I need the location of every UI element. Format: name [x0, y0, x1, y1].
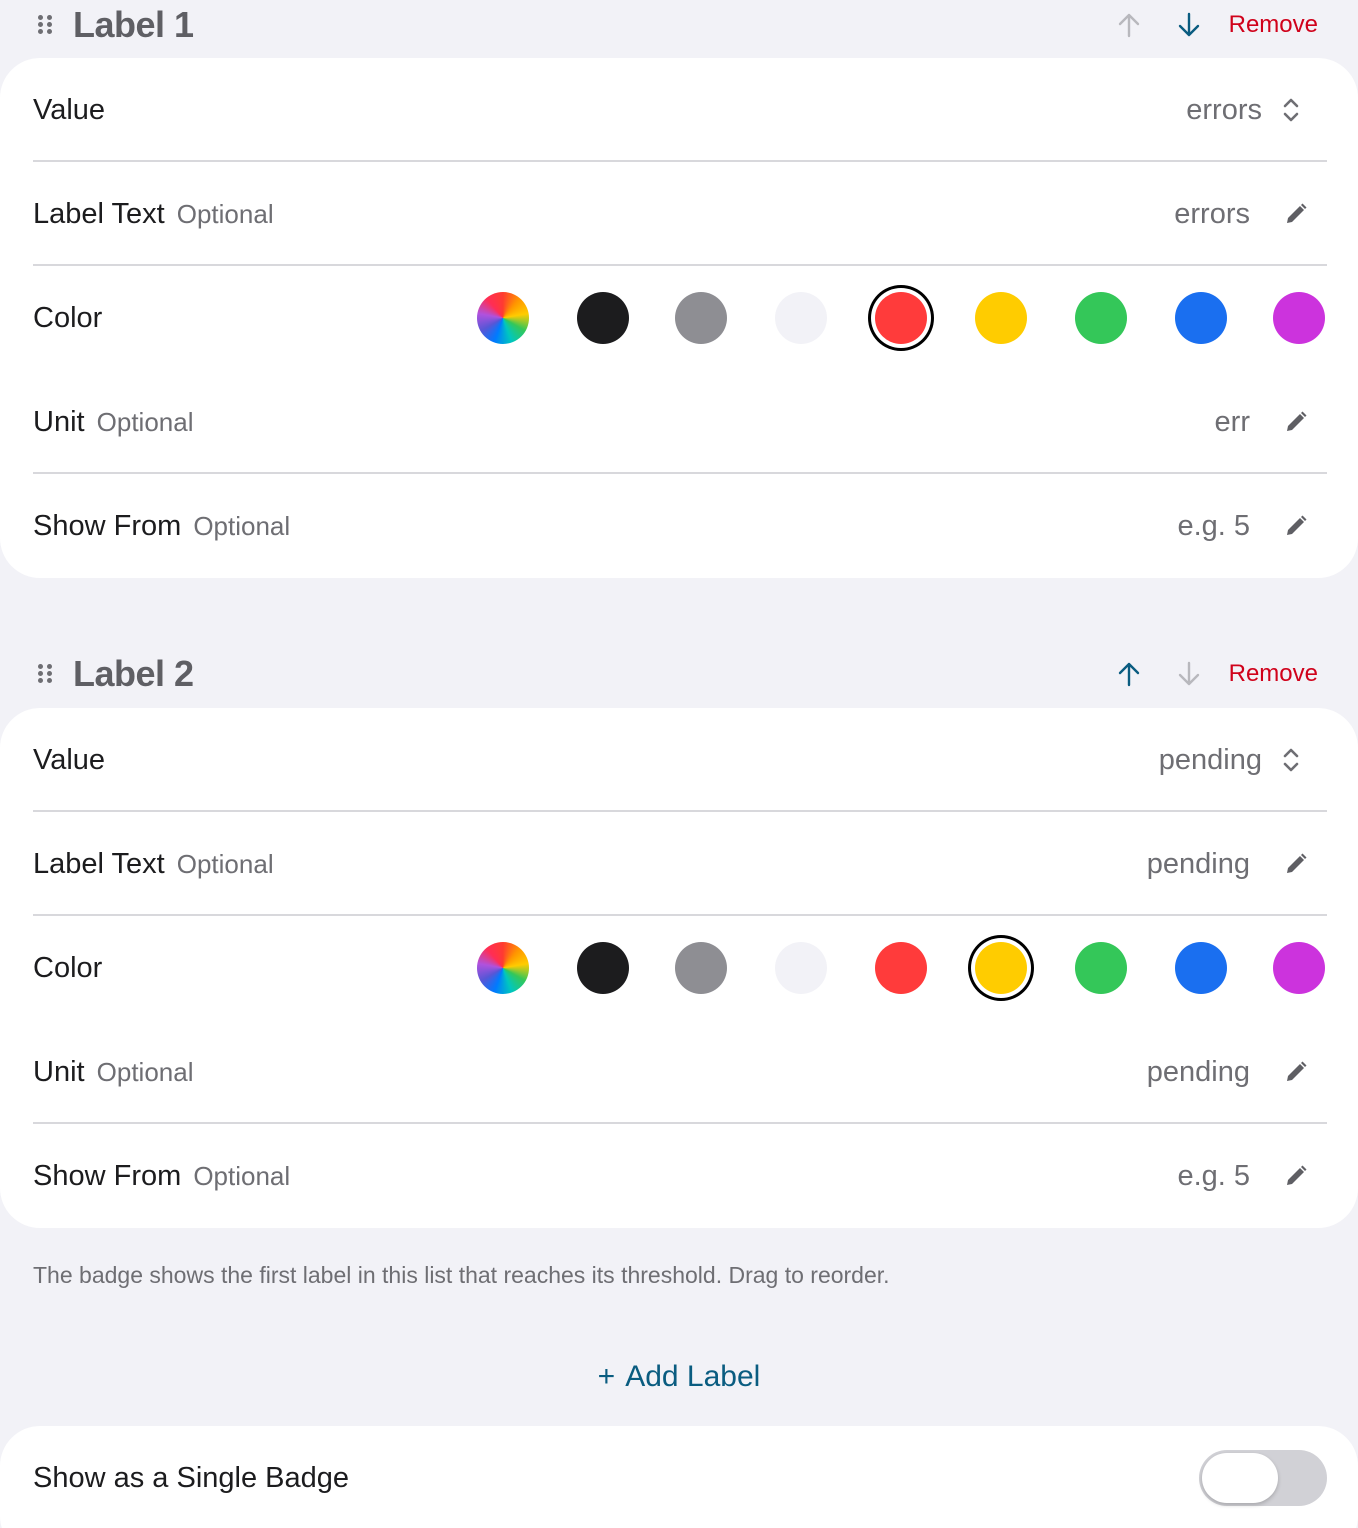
- color-swatch-yellow[interactable]: [975, 292, 1027, 344]
- move-up-button[interactable]: [1114, 10, 1144, 40]
- color-swatch-blue[interactable]: [1175, 942, 1227, 994]
- pencil-icon[interactable]: [1282, 200, 1310, 228]
- label-text-row[interactable]: Label Text Optional errors: [0, 162, 1358, 266]
- single-badge-card: Show as a Single Badge: [0, 1426, 1358, 1528]
- label-text-field[interactable]: pending: [1147, 848, 1250, 881]
- unit-label: Unit Optional: [33, 1055, 194, 1088]
- value-select[interactable]: errors: [1186, 94, 1262, 127]
- color-swatch-custom[interactable]: [477, 292, 529, 344]
- color-swatch-green[interactable]: [1075, 292, 1127, 344]
- unit-field[interactable]: pending: [1147, 1056, 1250, 1089]
- color-swatch-gray[interactable]: [675, 292, 727, 344]
- chevron-up-down-icon[interactable]: [1277, 746, 1305, 774]
- label-text-label: Label Text Optional: [33, 847, 274, 880]
- label-text-field[interactable]: errors: [1174, 198, 1250, 231]
- label-1-card: Value errors Label Text Optional errors …: [0, 58, 1358, 578]
- move-down-button[interactable]: [1174, 10, 1204, 40]
- optional-tag: Optional: [176, 198, 274, 229]
- pencil-icon[interactable]: [1282, 850, 1310, 878]
- single-badge-label: Show as a Single Badge: [33, 1461, 349, 1494]
- unit-row[interactable]: Unit Optional pending: [0, 1020, 1358, 1124]
- show-from-label: Show From Optional: [33, 1159, 291, 1192]
- value-label: Value: [33, 743, 106, 776]
- show-from-row[interactable]: Show From Optional e.g. 5: [0, 1124, 1358, 1228]
- optional-tag: Optional: [96, 406, 194, 437]
- add-label-text: Add Label: [625, 1360, 761, 1393]
- label-1-header: Label 1 Remove: [0, 0, 1358, 50]
- color-swatch-red[interactable]: [875, 942, 927, 994]
- optional-tag: Optional: [193, 510, 291, 541]
- color-swatch-purple[interactable]: [1273, 942, 1325, 994]
- arrow-down-icon: [1178, 12, 1200, 37]
- value-row[interactable]: Value pending: [0, 708, 1358, 812]
- value-row[interactable]: Value errors: [0, 58, 1358, 162]
- footnote-text: The badge shows the first label in this …: [33, 1262, 890, 1288]
- color-swatch-black[interactable]: [577, 292, 629, 344]
- show-from-row[interactable]: Show From Optional e.g. 5: [0, 474, 1358, 578]
- color-swatch-red[interactable]: [875, 292, 927, 344]
- move-down-button[interactable]: [1174, 659, 1204, 689]
- color-swatch-blue[interactable]: [1175, 292, 1227, 344]
- remove-button[interactable]: Remove: [1229, 11, 1318, 39]
- unit-row[interactable]: Unit Optional err: [0, 370, 1358, 474]
- label-2-card: Value pending Label Text Optional pendin…: [0, 708, 1358, 1228]
- pencil-icon[interactable]: [1282, 1058, 1310, 1086]
- unit-label: Unit Optional: [33, 405, 194, 438]
- drag-handle-icon[interactable]: [38, 664, 54, 684]
- color-swatch-green[interactable]: [1075, 942, 1127, 994]
- move-up-button[interactable]: [1114, 659, 1144, 689]
- arrow-up-icon: [1118, 13, 1140, 38]
- color-swatch-white[interactable]: [775, 942, 827, 994]
- label-text-row[interactable]: Label Text Optional pending: [0, 812, 1358, 916]
- pencil-icon[interactable]: [1282, 408, 1310, 436]
- toggle-knob: [1202, 1453, 1278, 1503]
- label-2-header: Label 2 Remove: [0, 649, 1358, 699]
- label-2-title: Label 2: [73, 653, 194, 694]
- color-swatch-custom[interactable]: [477, 942, 529, 994]
- plus-icon: +: [597, 1360, 616, 1393]
- color-row: Color: [0, 916, 1358, 1020]
- label-1-title: Label 1: [73, 4, 194, 45]
- add-label-button[interactable]: + Add Label: [0, 1360, 1358, 1394]
- color-row: Color: [0, 266, 1358, 370]
- color-swatch-white[interactable]: [775, 292, 827, 344]
- drag-handle-icon[interactable]: [38, 15, 54, 35]
- show-from-label: Show From Optional: [33, 509, 291, 542]
- show-from-field[interactable]: e.g. 5: [1177, 510, 1250, 543]
- single-badge-toggle[interactable]: [1199, 1450, 1327, 1506]
- arrow-down-icon: [1178, 661, 1200, 686]
- remove-button[interactable]: Remove: [1229, 660, 1318, 688]
- show-from-field[interactable]: e.g. 5: [1177, 1160, 1250, 1193]
- chevron-up-down-icon[interactable]: [1277, 96, 1305, 124]
- optional-tag: Optional: [176, 848, 274, 879]
- value-select[interactable]: pending: [1159, 744, 1262, 777]
- optional-tag: Optional: [193, 1160, 291, 1191]
- pencil-icon[interactable]: [1282, 512, 1310, 540]
- single-badge-row: Show as a Single Badge: [0, 1426, 1358, 1528]
- color-swatch-yellow[interactable]: [975, 942, 1027, 994]
- arrow-up-icon: [1118, 662, 1140, 687]
- label-text-label: Label Text Optional: [33, 197, 274, 230]
- optional-tag: Optional: [96, 1056, 194, 1087]
- color-swatch-gray[interactable]: [675, 942, 727, 994]
- unit-field[interactable]: err: [1215, 406, 1250, 439]
- color-swatch-purple[interactable]: [1273, 292, 1325, 344]
- color-swatch-black[interactable]: [577, 942, 629, 994]
- value-label: Value: [33, 93, 106, 126]
- pencil-icon[interactable]: [1282, 1162, 1310, 1190]
